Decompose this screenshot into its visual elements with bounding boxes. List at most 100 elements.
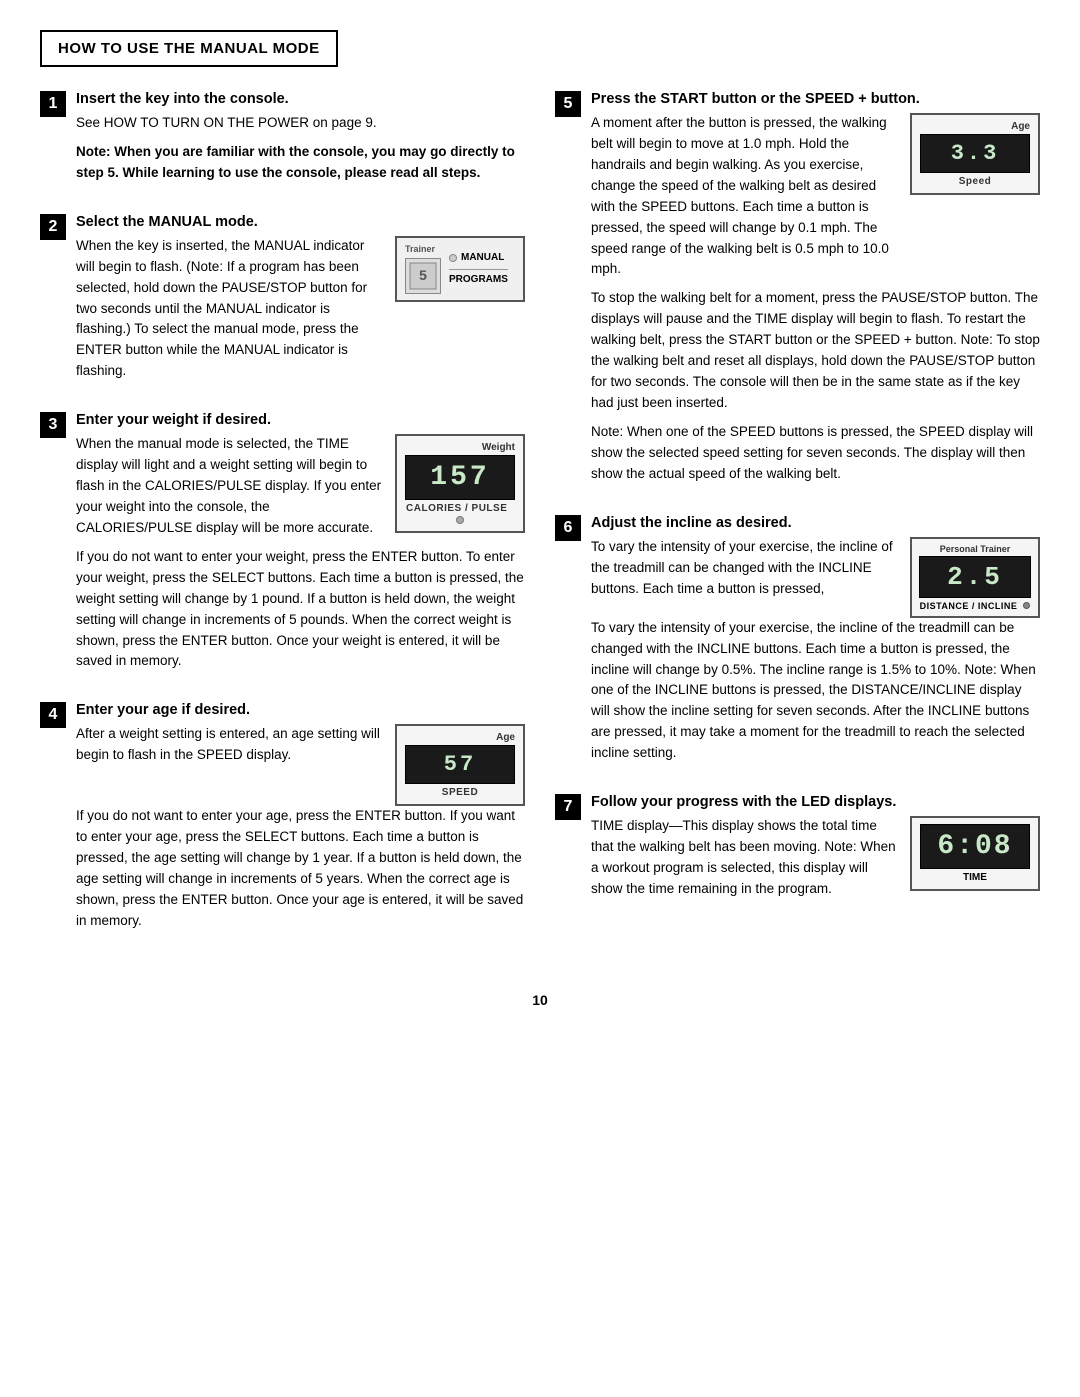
step-4-p1: After a weight setting is entered, an ag… [76, 724, 383, 766]
step-6-content: Adjust the incline as desired. To vary t… [591, 515, 1040, 772]
step-7-inline: TIME display—This display shows the tota… [591, 816, 1040, 908]
step-6-p1: To vary the intensity of your exercise, … [591, 537, 898, 600]
step-3-body: When the manual mode is selected, the TI… [76, 434, 383, 539]
step-3-content: Enter your weight if desired. When the m… [76, 412, 525, 680]
weight-display-panel: Weight 157 CALORIES / PULSE [395, 434, 525, 533]
step-5-title: Press the START button or the SPEED + bu… [591, 91, 1040, 107]
step-2-title: Select the MANUAL mode. [76, 214, 525, 230]
step-6-figure: To vary the intensity of your exercise, … [591, 537, 1040, 618]
step-6-body: To vary the intensity of your exercise, … [591, 537, 898, 600]
manual-left: Trainer 5 [405, 244, 441, 294]
time-lcd: 6:08 [920, 824, 1030, 869]
step-2: 2 Select the MANUAL mode. When the key i… [40, 214, 525, 390]
step-4-figure: After a weight setting is entered, an ag… [76, 724, 525, 806]
step-7-text: TIME display—This display shows the tota… [591, 816, 896, 908]
step-5-p1: A moment after the button is pressed, th… [591, 113, 896, 280]
step-5-p2: To stop the walking belt for a moment, p… [591, 288, 1040, 414]
step-4-body1: After a weight setting is entered, an ag… [76, 724, 383, 766]
step-2-panel: Trainer 5 [395, 236, 525, 302]
step-5-number: 5 [555, 91, 581, 117]
weight-lcd: 157 [405, 455, 515, 500]
step-2-number: 2 [40, 214, 66, 240]
step-5-p3: Note: When one of the SPEED buttons is p… [591, 422, 1040, 485]
pt-lcd: 2.5 [919, 556, 1031, 598]
age-bottom-label: SPEED [405, 787, 515, 798]
left-column: 1 Insert the key into the console. See H… [40, 91, 525, 962]
step-1-content: Insert the key into the console. See HOW… [76, 91, 525, 192]
step-6-display: Personal Trainer 2.5 DISTANCE / INCLINE [910, 537, 1040, 618]
step-3-display: Weight 157 CALORIES / PULSE [395, 434, 525, 533]
step-7-title: Follow your progress with the LED displa… [591, 794, 1040, 810]
step-5-inline: A moment after the button is pressed, th… [591, 113, 1040, 288]
time-bottom-label: TIME [920, 872, 1030, 883]
step-4-text: After a weight setting is entered, an ag… [76, 724, 383, 774]
step-3-body2: If you do not want to enter your weight,… [76, 547, 525, 673]
incline-display-panel: Personal Trainer 2.5 DISTANCE / INCLINE [910, 537, 1040, 618]
speed-display-panel: Age 3.3 Speed [910, 113, 1040, 195]
step-1-body: See HOW TO TURN ON THE POWER on page 9. … [76, 113, 525, 184]
step-2-text: When the key is inserted, the MANUAL ind… [76, 236, 383, 390]
step-7-display: 6:08 TIME [910, 816, 1040, 891]
page-number: 10 [40, 992, 1040, 1008]
speed-bottom-label: Speed [920, 176, 1030, 187]
step-7-p1: TIME display—This display shows the tota… [591, 816, 896, 900]
step-5-body1: A moment after the button is pressed, th… [591, 113, 896, 280]
step-4-title: Enter your age if desired. [76, 702, 525, 718]
manual-indicator: MANUAL [449, 252, 508, 263]
step-1: 1 Insert the key into the console. See H… [40, 91, 525, 192]
step-2-content: Select the MANUAL mode. When the key is … [76, 214, 525, 390]
step-3-p1: When the manual mode is selected, the TI… [76, 434, 383, 539]
weight-top-label: Weight [405, 442, 515, 453]
step-6-number: 6 [555, 515, 581, 541]
step-6-text: To vary the intensity of your exercise, … [591, 537, 898, 608]
right-column: 5 Press the START button or the SPEED + … [555, 91, 1040, 962]
manual-text: MANUAL [461, 252, 504, 263]
step-3-p2: If you do not want to enter your weight,… [76, 547, 525, 673]
manual-right: MANUAL PROGRAMS [449, 252, 508, 285]
step-2-body: When the key is inserted, the MANUAL ind… [76, 236, 383, 382]
svg-text:5: 5 [419, 267, 427, 283]
step-5-display: Age 3.3 Speed [910, 113, 1040, 195]
weight-bottom-label: CALORIES / PULSE [405, 503, 515, 525]
step-7-body: TIME display—This display shows the tota… [591, 816, 896, 900]
step-2-p1: When the key is inserted, the MANUAL ind… [76, 236, 383, 382]
step-4-content: Enter your age if desired. After a weigh… [76, 702, 525, 940]
step-1-title: Insert the key into the console. [76, 91, 525, 107]
step-6-body2: To vary the intensity of your exercise, … [591, 618, 1040, 764]
step-5-content: Press the START button or the SPEED + bu… [591, 91, 1040, 493]
trainer-label: Trainer [405, 244, 441, 254]
trainer-icon: 5 [405, 258, 441, 294]
incline-dot [1023, 602, 1030, 609]
step-5-text: A moment after the button is pressed, th… [591, 113, 896, 288]
step-5: 5 Press the START button or the SPEED + … [555, 91, 1040, 493]
step-1-number: 1 [40, 91, 66, 117]
header-box: HOW TO USE THE MANUAL MODE [40, 30, 338, 67]
pulse-dot [456, 516, 464, 524]
programs-label: PROGRAMS [449, 269, 508, 285]
step-3-number: 3 [40, 412, 66, 438]
speed-lcd: 3.3 [920, 134, 1030, 173]
step-4: 4 Enter your age if desired. After a wei… [40, 702, 525, 940]
step-3-figure: When the manual mode is selected, the TI… [76, 434, 525, 547]
step-4-p2: If you do not want to enter your age, pr… [76, 806, 525, 932]
age-top-label: Age [405, 732, 515, 743]
main-content: 1 Insert the key into the console. See H… [40, 91, 1040, 962]
step-4-number: 4 [40, 702, 66, 728]
manual-display-panel: Trainer 5 [395, 236, 525, 302]
step-2-figure: When the key is inserted, the MANUAL ind… [76, 236, 525, 390]
step-1-p1: See HOW TO TURN ON THE POWER on page 9. [76, 113, 525, 134]
step-7-number: 7 [555, 794, 581, 820]
pt-bottom-label: DISTANCE / INCLINE [919, 601, 1031, 611]
step-6-title: Adjust the incline as desired. [591, 515, 1040, 531]
step-6-p2: To vary the intensity of your exercise, … [591, 618, 1040, 764]
step-4-display: Age 57 SPEED [395, 724, 525, 806]
header-title: HOW TO USE THE MANUAL MODE [58, 40, 320, 57]
step-7: 7 Follow your progress with the LED disp… [555, 794, 1040, 908]
step-5-body2: To stop the walking belt for a moment, p… [591, 288, 1040, 484]
manual-panel-inner: Trainer 5 [405, 244, 515, 294]
step-7-content: Follow your progress with the LED displa… [591, 794, 1040, 908]
manual-dot [449, 254, 457, 262]
age-lcd: 57 [405, 745, 515, 784]
step-6: 6 Adjust the incline as desired. To vary… [555, 515, 1040, 772]
time-display-panel: 6:08 TIME [910, 816, 1040, 891]
